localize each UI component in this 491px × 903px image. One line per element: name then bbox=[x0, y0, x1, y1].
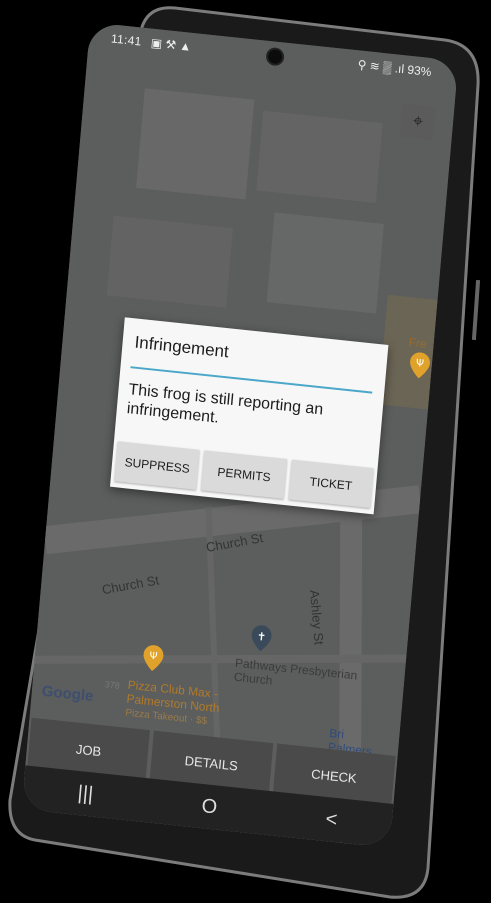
permits-button[interactable]: PERMITS bbox=[201, 450, 287, 499]
svg-text:Ψ: Ψ bbox=[415, 358, 424, 370]
home-icon[interactable]: O bbox=[201, 795, 218, 820]
suppress-button[interactable]: SUPPRESS bbox=[114, 441, 200, 490]
status-right: ⚲ ≋ ▒ .ıl 93% bbox=[357, 57, 432, 79]
crosshair-icon: ⌖ bbox=[412, 110, 424, 132]
church-pin-icon[interactable]: ✝ bbox=[250, 624, 272, 652]
app-screen: 11:41 ▣ ⚒ ▲ ⚲ ≋ ▒ .ıl 93% ⌖ Fre Ψ Infrin… bbox=[21, 22, 459, 848]
dialog-title: Infringement bbox=[133, 332, 230, 362]
my-location-button[interactable]: ⌖ bbox=[399, 103, 437, 141]
back-icon[interactable]: < bbox=[325, 808, 339, 832]
pizza-pin-icon[interactable]: Ψ bbox=[142, 644, 164, 672]
battery-level: 93% bbox=[406, 62, 432, 80]
infringement-dialog: Infringement This frog is still reportin… bbox=[110, 317, 389, 515]
notification-icons: ▣ ⚒ ▲ bbox=[150, 35, 192, 54]
phone-mockup: 11:41 ▣ ⚒ ▲ ⚲ ≋ ▒ .ıl 93% ⌖ Fre Ψ Infrin… bbox=[0, 0, 491, 903]
recents-icon[interactable]: ||| bbox=[77, 781, 94, 806]
status-time: 11:41 bbox=[110, 31, 143, 49]
svg-text:Ψ: Ψ bbox=[149, 651, 158, 663]
restaurant-pin-icon[interactable]: Ψ bbox=[409, 351, 431, 379]
signal-icons: ⚲ ≋ ▒ .ıl bbox=[357, 57, 405, 77]
poi-label-fre: Fre bbox=[408, 335, 428, 352]
address-number: 378 bbox=[104, 679, 121, 691]
ticket-button[interactable]: TICKET bbox=[288, 459, 374, 508]
svg-text:✝: ✝ bbox=[256, 630, 266, 644]
camera-icon bbox=[265, 46, 285, 67]
